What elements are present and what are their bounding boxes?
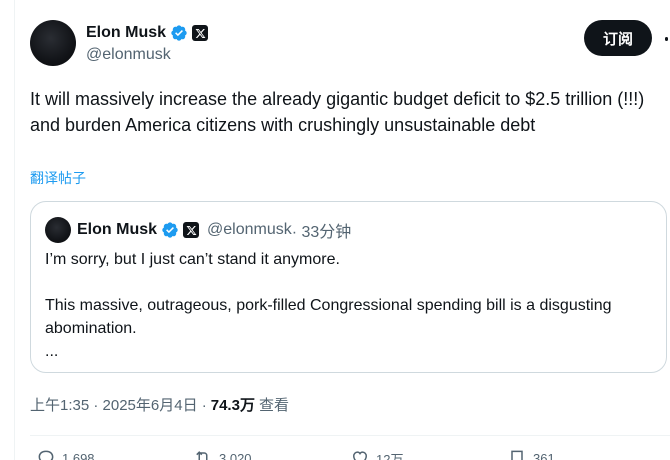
reply-count: 1,698: [62, 450, 95, 460]
quoted-display-name: Elon Musk: [77, 221, 158, 238]
post-timestamp[interactable]: 上午1:35 · 2025年6月4日 ·: [30, 394, 207, 415]
quoted-post[interactable]: Elon Musk @elonmusk · 33分钟 I’m sorry, bu…: [30, 201, 667, 373]
quoted-text: I’m sorry, but I just can’t stand it any…: [45, 248, 645, 363]
more-icon[interactable]: [662, 28, 670, 50]
bookmark-icon: [511, 450, 523, 460]
post-meta: 上午1:35 · 2025年6月4日 · 74.3万 查看: [30, 394, 289, 415]
post-header: Elon Musk @elonmusk 订阅: [30, 18, 670, 68]
repost-icon: [196, 451, 208, 460]
quoted-text-line: ...: [45, 343, 59, 360]
author-display-name[interactable]: Elon Musk: [86, 24, 166, 42]
avatar[interactable]: [30, 20, 76, 66]
quoted-text-line: This massive, outrageous, pork-filled Co…: [45, 297, 612, 337]
reply-icon: [38, 450, 54, 460]
subscribe-button[interactable]: 订阅: [584, 20, 652, 56]
reply-button[interactable]: 1,698: [36, 446, 193, 460]
x-logo-icon: [192, 25, 209, 41]
like-icon: [352, 451, 368, 460]
bookmark-button[interactable]: 361: [507, 446, 664, 460]
post: Elon Musk @elonmusk 订阅 It will massively…: [14, 0, 670, 460]
translate-link[interactable]: 翻译帖子: [30, 168, 86, 188]
bookmark-count: 361: [533, 450, 555, 460]
like-button[interactable]: 12万: [350, 446, 507, 460]
author-handle[interactable]: @elonmusk: [86, 46, 208, 64]
x-logo-icon: [183, 222, 200, 238]
tweet-text: It will massively increase the already g…: [30, 89, 645, 135]
quoted-avatar: [45, 217, 71, 243]
verified-badge-icon[interactable]: [170, 24, 188, 42]
quoted-text-line: I’m sorry, but I just can’t stand it any…: [45, 251, 340, 268]
repost-button[interactable]: 3,020: [193, 446, 350, 460]
divider: [30, 435, 670, 436]
like-count: 12万: [376, 451, 404, 460]
author-names: Elon Musk @elonmusk: [86, 22, 209, 64]
quoted-time: · 33分钟: [291, 224, 352, 241]
view-count: 74.3万: [210, 397, 255, 414]
quoted-post-header: Elon Musk @elonmusk · 33分钟: [45, 216, 351, 244]
quoted-handle: @elonmusk: [207, 221, 292, 238]
view-label: 查看: [258, 397, 289, 414]
action-bar: 1,698 3,020 12万 361: [36, 446, 666, 460]
verified-badge-icon: [162, 222, 178, 238]
repost-count: 3,020: [219, 450, 252, 460]
